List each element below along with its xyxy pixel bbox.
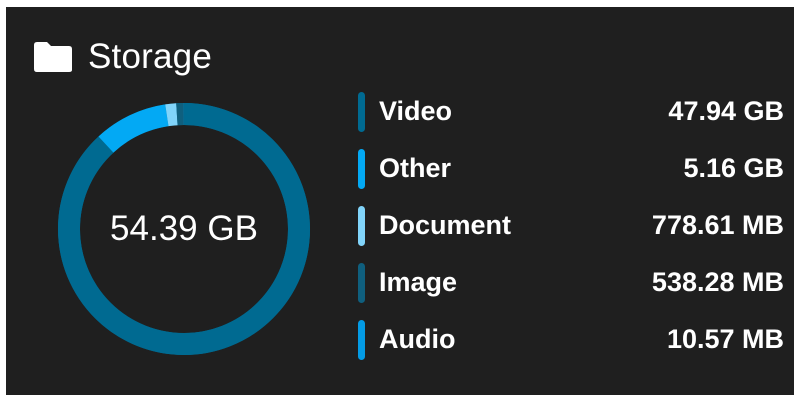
legend-item-document: Document 778.61 MB [358,197,788,254]
legend-swatch [358,262,365,303]
legend-label: Image [379,267,458,297]
legend-value: 10.57 MB [666,324,784,354]
legend-label: Document [379,210,512,240]
legend-value: 778.61 MB [651,210,784,240]
legend-value: 47.94 GB [668,96,784,126]
legend-swatch [358,205,365,246]
legend-label: Audio [379,324,456,354]
legend-swatch [358,148,365,189]
total-usage: 54.39 GB [110,209,258,248]
legend-value: 5.16 GB [683,153,784,183]
legend-swatch [358,91,365,132]
storage-title: Storage [88,37,212,76]
storage-legend: Video 47.94 GB Other 5.16 GB Document 77… [358,83,788,368]
legend-item-image: Image 538.28 MB [358,254,788,311]
legend-label: Other [379,153,452,183]
legend-item-video: Video 47.94 GB [358,83,788,140]
legend-value: 538.28 MB [651,267,784,297]
storage-card: Storage 54.39 GB Video 47.94 GB Other 5.… [6,7,794,395]
legend-label: Video [379,96,453,126]
legend-swatch [358,319,365,360]
folder-icon [32,40,74,74]
legend-item-audio: Audio 10.57 MB [358,311,788,368]
storage-donut-chart: 54.39 GB [56,101,312,357]
legend-item-other: Other 5.16 GB [358,140,788,197]
storage-header: Storage [32,35,212,79]
